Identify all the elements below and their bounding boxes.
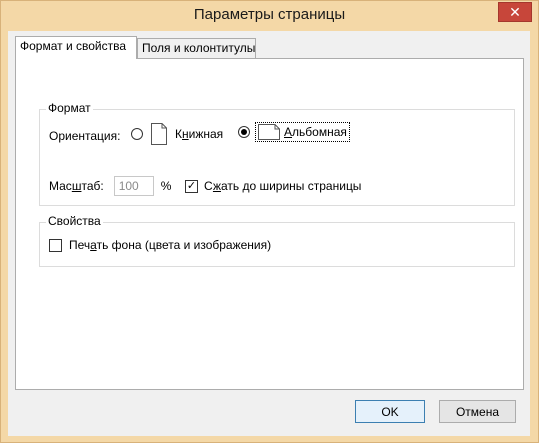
shrink-option[interactable]: ✓ Сжать до ширины страницы xyxy=(185,179,361,193)
dialog-body: Формат и свойства Поля и колонтитулы Фор… xyxy=(8,31,530,436)
tab-label: Формат и свойства xyxy=(20,39,127,53)
landscape-focus-box: Альбомная xyxy=(255,122,350,142)
tab-margins-headers[interactable]: Поля и колонтитулы xyxy=(137,38,256,58)
shrink-label: Сжать до ширины страницы xyxy=(204,179,362,193)
scale-label: Масштаб: xyxy=(49,179,104,193)
tab-panel: Формат Ориентация: Книжная Альбомная Мас… xyxy=(15,58,524,390)
landscape-option[interactable]: Альбомная xyxy=(238,122,350,142)
scale-unit: % xyxy=(160,179,172,193)
portrait-label: Книжная xyxy=(175,127,224,141)
portrait-option[interactable]: Книжная xyxy=(131,123,223,145)
print-background-option[interactable]: Печать фона (цвета и изображения) xyxy=(49,238,271,252)
shrink-checkbox[interactable]: ✓ xyxy=(185,179,198,193)
checkmark-icon: ✓ xyxy=(186,179,197,192)
title-bar: Параметры страницы ✕ xyxy=(1,1,538,31)
close-icon: ✕ xyxy=(509,3,521,20)
tab-format-properties[interactable]: Формат и свойства xyxy=(15,36,137,59)
ok-button-label: OK xyxy=(381,404,399,419)
properties-group-legend: Свойства xyxy=(46,214,103,228)
cancel-button-label: Отмена xyxy=(455,404,500,419)
page-portrait-icon xyxy=(151,123,167,145)
portrait-radio[interactable] xyxy=(131,128,143,140)
tab-label: Поля и колонтитулы xyxy=(142,41,256,55)
scale-row: Масштаб: 100 % xyxy=(49,176,171,196)
print-background-checkbox[interactable] xyxy=(49,238,62,252)
ok-button[interactable]: OK xyxy=(355,400,425,423)
scale-input[interactable]: 100 xyxy=(113,176,154,196)
orientation-row: Ориентация: xyxy=(49,129,120,143)
cancel-button[interactable]: Отмена xyxy=(439,400,516,423)
orientation-label: Ориентация: xyxy=(49,129,121,143)
landscape-label: Альбомная xyxy=(284,125,347,139)
page-landscape-icon xyxy=(258,124,280,140)
landscape-radio[interactable] xyxy=(238,126,250,138)
print-background-label: Печать фона (цвета и изображения) xyxy=(69,238,272,252)
close-button[interactable]: ✕ xyxy=(498,2,532,22)
page-setup-dialog: Параметры страницы ✕ Формат и свойства П… xyxy=(0,0,539,443)
format-group-legend: Формат xyxy=(46,101,93,115)
window-title: Параметры страницы xyxy=(193,6,346,23)
radio-selected-dot xyxy=(241,129,247,135)
